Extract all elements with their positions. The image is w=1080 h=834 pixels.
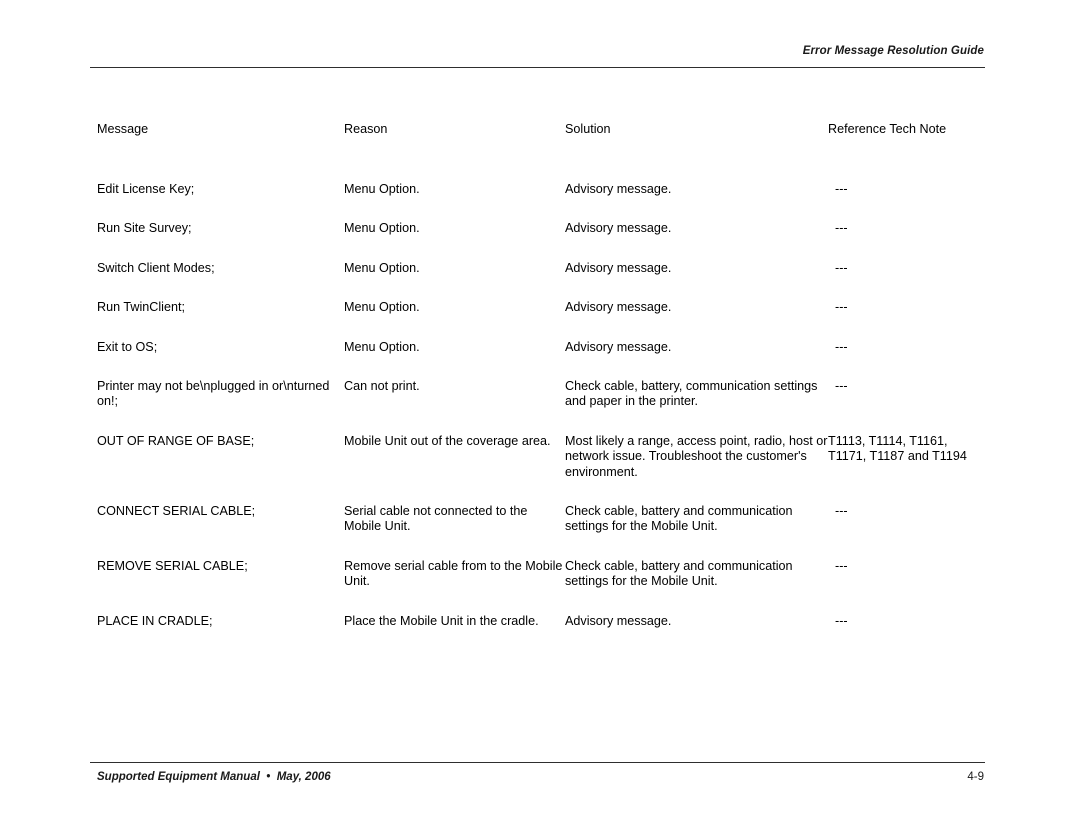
spacer <box>97 276 985 300</box>
table-row: OUT OF RANGE OF BASE; Mobile Unit out of … <box>97 434 985 480</box>
spacer <box>97 410 985 434</box>
cell-reason: Remove serial cable from to the Mobile U… <box>344 558 563 589</box>
table-body: Edit License Key; Menu Option. Advisory me… <box>97 182 985 629</box>
cell-solution: Advisory message. <box>565 300 672 315</box>
document-page: Error Message Resolution Guide Message R… <box>0 0 1080 834</box>
spacer <box>97 590 985 614</box>
table-header-row: Message Reason Solution Reference Tech N… <box>97 122 985 144</box>
column-header-message: Message <box>97 122 149 136</box>
cell-message: Printer may not be\nplugged in or\nturne… <box>97 379 330 409</box>
table-row: CONNECT SERIAL CABLE; Serial cable not co… <box>97 504 985 535</box>
footer-manual-title: Supported Equipment Manual • May, 2006 <box>97 771 331 783</box>
row-spacer <box>97 410 985 434</box>
cell-reference: --- <box>828 559 985 590</box>
reference-placeholder: --- <box>835 379 848 394</box>
table-row: Printer may not be\nplugged in or\nturne… <box>97 379 985 410</box>
cell-reason: Menu Option. <box>344 182 420 196</box>
column-header-solution: Solution <box>565 122 611 136</box>
spacer <box>97 144 985 182</box>
cell-reference: --- <box>828 300 985 315</box>
cell-reference: --- <box>828 221 985 236</box>
cell-solution: Advisory message. <box>565 260 672 275</box>
error-message-table: Message Reason Solution Reference Tech N… <box>97 122 985 629</box>
table-row: Exit to OS; Menu Option. Advisory message.… <box>97 340 985 355</box>
footer-divider <box>90 762 985 763</box>
header-divider <box>90 67 985 68</box>
row-spacer <box>97 197 985 221</box>
page-header: Error Message Resolution Guide <box>90 44 985 72</box>
reference-placeholder: --- <box>835 613 848 628</box>
cell-message: Switch Client Modes; <box>97 260 215 275</box>
cell-reason: Serial cable not connected to the Mobile… <box>344 504 528 534</box>
cell-message: REMOVE SERIAL CABLE; <box>97 558 248 573</box>
page-footer: Supported Equipment Manual • May, 2006 4… <box>90 762 985 794</box>
header-title: Error Message Resolution Guide <box>802 45 984 57</box>
cell-solution: Check cable, battery, communication sett… <box>565 379 818 409</box>
cell-reference: T1113, T1114, T1161, T1171, T1187 and T1… <box>828 433 967 464</box>
table-row: Edit License Key; Menu Option. Advisory me… <box>97 182 985 197</box>
spacer <box>97 237 985 261</box>
table-row: REMOVE SERIAL CABLE; Remove serial cable … <box>97 559 985 590</box>
table-header: Message Reason Solution Reference Tech N… <box>97 122 985 182</box>
row-spacer <box>97 480 985 504</box>
row-spacer <box>97 316 985 340</box>
row-spacer <box>97 237 985 261</box>
row-spacer <box>97 355 985 379</box>
cell-message: OUT OF RANGE OF BASE; <box>97 433 255 448</box>
cell-solution: Advisory message. <box>565 182 672 196</box>
cell-reference: --- <box>828 182 985 197</box>
cell-message: CONNECT SERIAL CABLE; <box>97 504 256 519</box>
reference-placeholder: --- <box>835 260 848 275</box>
cell-reference: --- <box>828 340 985 355</box>
spacer <box>97 480 985 504</box>
cell-solution: Advisory message. <box>565 613 672 628</box>
footer-page-number: 4-9 <box>967 771 984 783</box>
cell-reason: Menu Option. <box>344 260 420 275</box>
cell-solution: Advisory message. <box>565 221 672 236</box>
reference-placeholder: --- <box>835 504 848 519</box>
spacer <box>97 535 985 559</box>
cell-reference: --- <box>828 614 985 629</box>
table-row: Run Site Survey; Menu Option. Advisory mes… <box>97 221 985 236</box>
row-spacer <box>97 276 985 300</box>
cell-message: Edit License Key; <box>97 182 195 196</box>
cell-reason: Menu Option. <box>344 221 420 236</box>
row-spacer <box>97 590 985 614</box>
cell-solution: Check cable, battery and communication s… <box>565 558 793 589</box>
cell-message: Run TwinClient; <box>97 300 185 315</box>
column-header-reference-tech-note: Reference Tech Note <box>828 122 947 136</box>
spacer <box>97 355 985 379</box>
reference-placeholder: --- <box>835 558 848 573</box>
cell-reason: Can not print. <box>344 379 420 394</box>
reference-placeholder: --- <box>835 339 848 354</box>
spacer <box>97 316 985 340</box>
reference-placeholder: --- <box>835 300 848 315</box>
table-row: Run TwinClient; Menu Option. Advisory mess… <box>97 300 985 315</box>
cell-reason: Mobile Unit out of the coverage area. <box>344 433 551 448</box>
cell-reason: Menu Option. <box>344 339 420 354</box>
cell-reference: --- <box>828 261 985 276</box>
cell-reason: Place the Mobile Unit in the cradle. <box>344 613 539 628</box>
cell-reason: Menu Option. <box>344 300 420 315</box>
row-spacer <box>97 535 985 559</box>
cell-message: Exit to OS; <box>97 339 158 354</box>
column-header-reason: Reason <box>344 122 388 136</box>
header-spacer-row <box>97 144 985 182</box>
reference-placeholder: --- <box>835 221 848 236</box>
cell-solution: Most likely a range, access point, radio… <box>565 433 828 479</box>
cell-reference: --- <box>828 504 985 535</box>
cell-solution: Advisory message. <box>565 339 672 354</box>
table-row: PLACE IN CRADLE; Place the Mobile Unit in… <box>97 614 985 629</box>
spacer <box>97 197 985 221</box>
cell-solution: Check cable, battery and communication s… <box>565 504 793 534</box>
cell-reference: --- <box>828 379 985 410</box>
cell-message: PLACE IN CRADLE; <box>97 613 213 628</box>
cell-message: Run Site Survey; <box>97 221 192 236</box>
table-row: Switch Client Modes; Menu Option. Advisory… <box>97 261 985 276</box>
reference-placeholder: --- <box>835 182 848 196</box>
